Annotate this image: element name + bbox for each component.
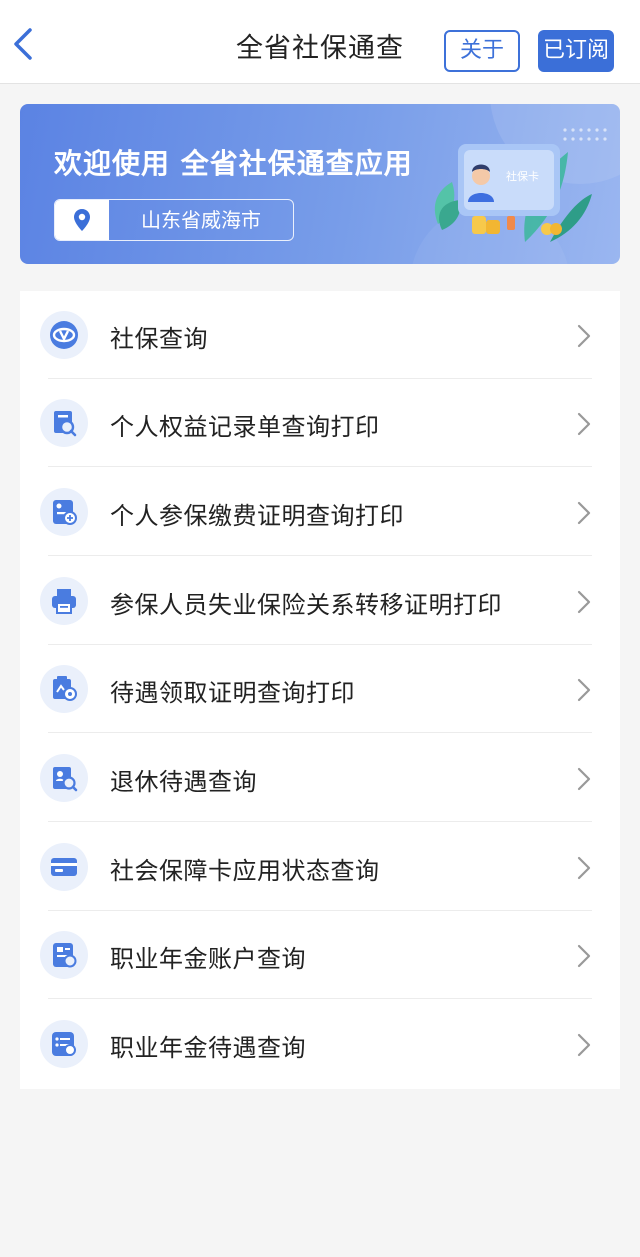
divider [48, 466, 592, 467]
menu-item-label: 个人参保缴费证明查询打印 [110, 502, 404, 530]
welcome-banner: 社保卡 欢迎使用 全省社保通查应用 山东省威海市 [20, 104, 620, 264]
menu-item-label: 参保人员失业保险关系转移证明打印 [110, 591, 502, 619]
annuity-account-icon [40, 931, 88, 979]
chevron-right-icon [577, 944, 591, 968]
menu-item-annuity-account[interactable]: 职业年金账户查询 [20, 911, 620, 999]
menu-item-unemployment-transfer[interactable]: 参保人员失业保险关系转移证明打印 [20, 557, 620, 645]
banner-title: 欢迎使用 全省社保通查应用 [54, 147, 413, 180]
benefit-certificate-icon [40, 665, 88, 713]
menu-item-retirement-query[interactable]: 退休待遇查询 [20, 734, 620, 822]
document-search-icon [40, 399, 88, 447]
menu-item-annuity-benefit[interactable]: 职业年金待遇查询 [20, 1000, 620, 1088]
menu-item-label: 社保查询 [110, 325, 208, 353]
divider [48, 998, 592, 999]
menu-item-label: 待遇领取证明查询打印 [110, 679, 355, 707]
location-icon-box [55, 200, 109, 240]
menu-item-benefit-certificate[interactable]: 待遇领取证明查询打印 [20, 645, 620, 733]
location-selector[interactable]: 山东省威海市 [54, 199, 294, 241]
chevron-right-icon [577, 324, 591, 348]
menu-item-social-security-query[interactable]: 社保查询 [20, 291, 620, 379]
chevron-right-icon [577, 412, 591, 436]
menu-item-label: 退休待遇查询 [110, 768, 257, 796]
card-text: 社保卡 [506, 169, 539, 183]
chevron-right-icon [577, 678, 591, 702]
divider [48, 732, 592, 733]
retirement-search-icon [40, 754, 88, 802]
chevron-right-icon [577, 590, 591, 614]
payment-certificate-icon [40, 488, 88, 536]
menu-item-label: 社会保障卡应用状态查询 [110, 857, 380, 885]
menu-item-rights-record[interactable]: 个人权益记录单查询打印 [20, 379, 620, 467]
subscribed-button[interactable]: 已订阅 [538, 30, 614, 72]
social-security-card-icon [40, 843, 88, 891]
chevron-left-icon [14, 28, 32, 60]
page-title: 全省社保通查 [236, 33, 404, 64]
chevron-right-icon [577, 767, 591, 791]
si-logo-icon [40, 311, 88, 359]
nav-bar: 全省社保通查 关于 已订阅 [0, 0, 640, 84]
chevron-right-icon [577, 501, 591, 525]
about-button[interactable]: 关于 [444, 30, 520, 72]
chevron-right-icon [577, 1033, 591, 1057]
divider [48, 821, 592, 822]
chevron-right-icon [577, 856, 591, 880]
back-button[interactable] [8, 24, 42, 64]
menu-item-payment-certificate[interactable]: 个人参保缴费证明查询打印 [20, 468, 620, 556]
divider [48, 555, 592, 556]
printer-icon [40, 577, 88, 625]
location-pin-icon [74, 209, 90, 231]
location-text: 山东省威海市 [141, 208, 261, 232]
service-menu-list: 社保查询 个人权益记录单查询打印 个人参保缴费证明查询打印 参保人员失业保险关系… [20, 291, 620, 1089]
menu-item-label: 个人权益记录单查询打印 [110, 413, 380, 441]
annuity-benefit-icon [40, 1020, 88, 1068]
menu-item-label: 职业年金账户查询 [110, 945, 306, 973]
menu-item-card-status[interactable]: 社会保障卡应用状态查询 [20, 823, 620, 911]
menu-item-label: 职业年金待遇查询 [110, 1034, 306, 1062]
